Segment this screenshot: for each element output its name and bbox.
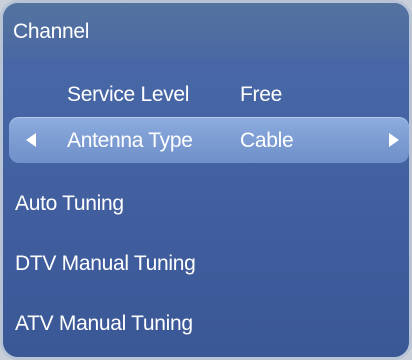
menu-item-label: ATV Manual Tuning [15,312,193,335]
arrow-left-icon[interactable] [26,133,36,147]
antenna-type-row[interactable]: Antenna Type Cable [9,117,409,163]
menu-item-label: Auto Tuning [15,192,124,215]
service-level-label: Service Level [67,83,190,106]
channel-menu-panel: Channel Service Level Free Antenna Type … [0,0,412,360]
menu-header: Channel [3,3,409,59]
service-level-row[interactable]: Service Level Free [3,74,409,114]
arrow-right-icon[interactable] [389,133,399,147]
service-level-value: Free [240,83,282,106]
menu-item-dtv-manual-tuning[interactable]: DTV Manual Tuning [3,243,409,283]
menu-item-label: DTV Manual Tuning [15,252,196,275]
antenna-type-value: Cable [240,129,294,152]
menu-title: Channel [13,20,90,43]
menu-item-auto-tuning[interactable]: Auto Tuning [3,183,409,223]
antenna-type-label: Antenna Type [67,129,193,152]
menu-item-atv-manual-tuning[interactable]: ATV Manual Tuning [3,303,409,343]
